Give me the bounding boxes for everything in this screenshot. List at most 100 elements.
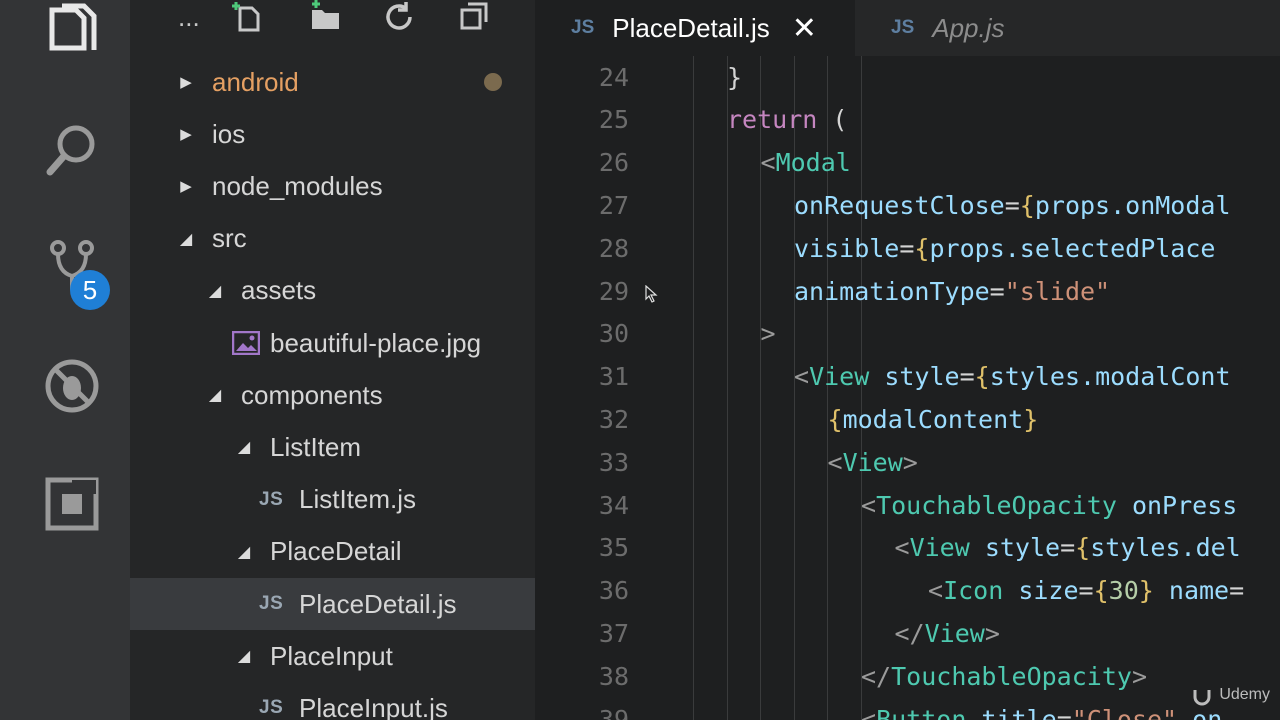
code-text: <TouchableOpacity onPress (861, 490, 1238, 520)
tree-item[interactable]: ▶ node_modules (130, 160, 535, 212)
tree-item[interactable]: ◢ components (130, 369, 535, 421)
line-number: 35 (598, 533, 629, 563)
code-line[interactable]: 37 </View> (535, 612, 1280, 654)
chevron-right-icon[interactable]: ▶ (176, 176, 196, 196)
code-text: <Button title="Close" on (861, 704, 1223, 720)
code-text: <Icon size={30} name= (928, 576, 1245, 606)
line-number: 36 (598, 576, 629, 606)
tree-item[interactable]: ◢ assets (130, 265, 535, 317)
search-icon[interactable] (40, 118, 104, 182)
tree-item[interactable]: ◢ src (130, 213, 535, 265)
code-line[interactable]: 27 onRequestClose={props.onModal (535, 184, 1280, 226)
tab-label: App.js (932, 12, 1005, 43)
refresh-icon[interactable] (382, 0, 416, 34)
code-line[interactable]: 26 <Modal (535, 142, 1280, 184)
tree-item-label: ListItem.js (299, 484, 417, 515)
tree-item-label: PlaceInput (270, 640, 393, 671)
code-line[interactable]: 38 </TouchableOpacity> (535, 655, 1280, 697)
js-file-icon: JS (571, 17, 595, 38)
code-line[interactable]: 31 <View style={styles.modalCont (535, 356, 1280, 398)
explorer-toolbar: ... (130, 0, 535, 40)
tree-item-label: node_modules (212, 170, 383, 201)
explorer-icon[interactable] (40, 0, 104, 64)
debug-icon[interactable] (40, 354, 104, 418)
code-text: return ( (727, 105, 848, 135)
tree-item-label: assets (241, 275, 317, 306)
more-actions-button[interactable]: ... (178, 0, 200, 34)
tab-placedetail[interactable]: JS PlaceDetail.js ✕ (535, 0, 855, 56)
watermark-text: Udemy (1219, 686, 1270, 703)
line-number: 33 (598, 447, 629, 477)
tree-item-label: android (212, 66, 299, 97)
tree-item[interactable]: JS ListItem.js (130, 474, 535, 526)
modified-indicator (484, 73, 502, 91)
code-text: {modalContent} (827, 404, 1039, 434)
chevron-right-icon[interactable]: ▶ (176, 72, 196, 92)
tree-item[interactable]: ◢ PlaceInput (130, 630, 535, 682)
line-number: 37 (598, 618, 629, 648)
code-text: </TouchableOpacity> (861, 661, 1147, 691)
tree-item[interactable]: ◢ PlaceDetail (130, 526, 535, 578)
line-number: 28 (598, 233, 629, 263)
tree-item-label: PlaceDetail.js (299, 588, 457, 619)
chevron-down-icon[interactable]: ◢ (234, 646, 254, 666)
code-line[interactable]: 36 <Icon size={30} name= (535, 570, 1280, 612)
code-text: animationType="slide" (794, 276, 1111, 306)
new-file-icon[interactable] (232, 0, 266, 34)
activity-bar: 5 (0, 0, 130, 720)
code-line[interactable]: 34 <TouchableOpacity onPress (535, 484, 1280, 526)
tree-item[interactable]: ▶ ios (130, 108, 535, 160)
code-text: visible={props.selectedPlace (794, 233, 1216, 263)
chevron-right-icon[interactable]: ▶ (176, 124, 196, 144)
tree-item[interactable]: beautiful-place.jpg (130, 317, 535, 369)
line-number: 26 (598, 148, 629, 178)
mouse-pointer-icon (645, 285, 658, 303)
tree-item-label: src (212, 223, 247, 254)
code-text: > (760, 319, 776, 349)
chevron-down-icon[interactable]: ◢ (234, 437, 254, 457)
new-folder-icon[interactable] (308, 0, 342, 34)
line-number: 24 (598, 62, 629, 92)
code-text: } (727, 62, 743, 92)
line-number: 38 (598, 661, 629, 691)
js-file-icon: JS (259, 697, 284, 719)
chevron-down-icon[interactable]: ◢ (176, 229, 196, 249)
code-line[interactable]: 32 {modalContent} (535, 398, 1280, 440)
code-line[interactable]: 25 return ( (535, 99, 1280, 141)
code-line[interactable]: 28 visible={props.selectedPlace (535, 227, 1280, 269)
line-number: 31 (598, 362, 629, 392)
editor-tab-bar: JS PlaceDetail.js ✕ JS App.js (535, 0, 1280, 56)
code-text: <View style={styles.modalCont (794, 362, 1231, 392)
code-editor: JS PlaceDetail.js ✕ JS App.js 24} 25 retur… (535, 0, 1280, 720)
code-line[interactable]: 39 <Button title="Close" on (535, 698, 1280, 720)
code-text: <View style={styles.del (894, 533, 1241, 563)
close-icon[interactable]: ✕ (792, 11, 817, 46)
tree-item-label: beautiful-place.jpg (270, 327, 482, 358)
js-file-icon: JS (259, 593, 284, 614)
tree-item[interactable]: JS PlaceDetail.js (130, 578, 535, 630)
code-text: <Modal (760, 148, 851, 178)
explorer-panel: ... ▶ android ▶ ios ▶ node_modules ◢ src ◢ assets… (130, 0, 535, 720)
tab-app[interactable]: JS App.js (855, 0, 1137, 56)
chevron-down-icon[interactable]: ◢ (234, 542, 254, 562)
js-file-icon: JS (891, 17, 915, 38)
tree-item[interactable]: ▶ android (130, 56, 535, 108)
code-line[interactable]: 30 > (535, 313, 1280, 355)
tree-item[interactable]: ◢ ListItem (130, 421, 535, 473)
code-text: onRequestClose={props.onModal (794, 190, 1231, 220)
js-file-icon: JS (259, 488, 284, 510)
extensions-icon[interactable] (40, 472, 104, 536)
chevron-down-icon[interactable]: ◢ (205, 281, 225, 301)
source-control-badge: 5 (70, 270, 110, 310)
line-number: 34 (598, 490, 629, 520)
image-file-icon (232, 331, 260, 355)
collapse-all-icon[interactable] (458, 0, 492, 34)
code-line[interactable]: 35 <View style={styles.del (535, 527, 1280, 569)
code-line[interactable]: 24} (535, 56, 1280, 98)
line-number: 27 (598, 190, 629, 220)
tree-item-label: PlaceInput.js (299, 692, 448, 720)
udemy-watermark: Udemy (1191, 684, 1270, 706)
tree-item[interactable]: JS PlaceInput.js (130, 682, 535, 720)
code-line[interactable]: 33 <View> (535, 441, 1280, 483)
chevron-down-icon[interactable]: ◢ (205, 385, 225, 405)
